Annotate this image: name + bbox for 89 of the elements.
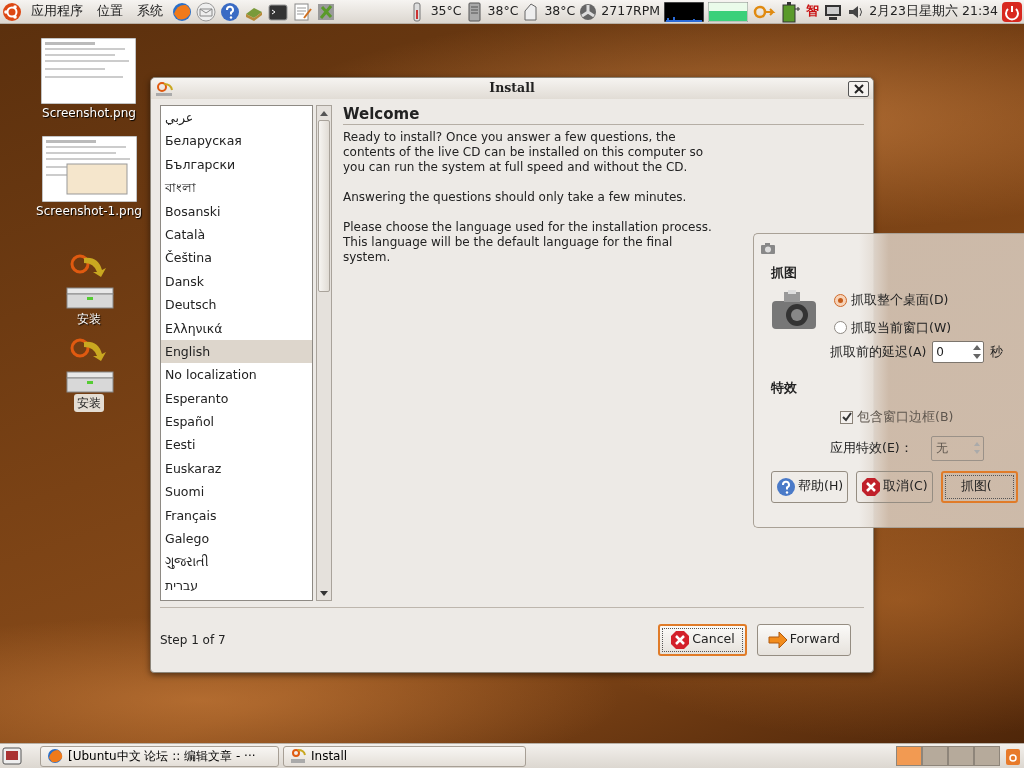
help-icon [776,476,796,497]
cpu-graph[interactable] [664,1,705,22]
task-button[interactable]: [Ubuntu中文 论坛 :: 编辑文章 - ··· [40,745,279,767]
language-item[interactable]: Català [161,222,312,247]
camera-icon [760,240,776,255]
sensor-reading: 35°C [430,2,462,21]
trash-icon[interactable] [1004,746,1022,766]
scrollbar[interactable] [316,105,332,601]
help-icon[interactable] [220,1,240,22]
cancel-icon [670,629,691,650]
language-item[interactable]: Български [161,152,312,177]
cancel-button[interactable]: 取消(C) [856,470,933,503]
radio-button[interactable] [834,321,847,335]
field-value: 0 [936,344,945,362]
forward-button[interactable]: Forward [756,623,851,656]
language-item[interactable]: Беларуская [161,129,312,153]
up-arrow-icon[interactable] [320,110,328,116]
installer-icon[interactable] [64,252,114,310]
installer-icon [290,748,306,764]
task-button[interactable]: Install [283,745,526,767]
language-item[interactable]: Français [161,503,312,528]
menu-item[interactable]: 应用程序 [26,2,88,21]
language-item[interactable]: Galego [161,527,312,551]
icon-label[interactable]: 安装 [74,394,104,412]
globe-icon[interactable] [172,1,192,22]
language-item[interactable]: عربي [161,106,312,130]
paragraph: Ready to install? Once you answer a few questions, the contents of the live CD can be installed on this computer so you can run the system at full speed and without the CD. [343,130,704,175]
power-icon[interactable] [1002,1,1022,22]
language-item[interactable]: Euskaraz [161,456,312,481]
fan-icon [579,1,598,22]
delay-field[interactable]: 0 [932,341,985,364]
language-item[interactable]: Dansk [161,269,312,294]
icon-label[interactable]: 安装 [74,310,104,328]
language-item[interactable]: Español [161,410,312,434]
input-method-indicator[interactable]: 智 [806,2,820,21]
menu-item[interactable]: 位置 [92,2,128,21]
language-item[interactable]: বাংলা [161,176,312,200]
close-icon [853,83,864,94]
section-title: 抓图 [771,264,797,282]
show-desktop-icon[interactable] [2,746,22,766]
terminal-icon[interactable] [268,1,288,22]
capture-button[interactable]: 抓图( [940,470,1018,503]
sensor-reading: 38°C [544,2,576,21]
field-label: 抓取前的延迟(A) [830,342,927,361]
heading: Welcome [343,105,864,125]
field-label: 应用特效(E)： [830,438,913,457]
language-item[interactable]: Čeština [161,246,312,270]
battery-charging-icon[interactable] [780,0,803,23]
language-item[interactable]: Deutsch [161,293,312,317]
language-item[interactable]: Ελληνικά [161,316,312,340]
tools-icon[interactable] [316,1,336,22]
installer-icon [155,80,173,97]
language-item[interactable]: No localization [161,363,312,387]
camera-icon [770,288,818,331]
sensor-reading: 38°C [487,2,519,21]
scroll-thumb[interactable] [318,120,330,292]
icon-label[interactable]: Screenshot.png [39,104,139,122]
envelope-icon[interactable] [196,1,216,22]
cancel-icon [861,476,882,497]
unit-label: 秒 [990,342,1004,361]
dropdown-value: 无 [935,440,949,458]
language-item[interactable]: ગુજરાતી [161,550,312,574]
language-item[interactable]: Eesti [161,433,312,457]
radio-button[interactable] [834,293,847,307]
option-label[interactable]: 抓取整个桌面(D) [851,290,949,310]
paragraph: Please choose the language used for the installation process. This language will be the default language for the final system. [343,220,713,265]
section-title: 特效 [771,379,797,398]
language-item[interactable]: Esperanto [161,386,312,411]
step-label: Step 1 of 7 [160,631,226,649]
down-arrow-icon[interactable] [320,590,328,596]
option-label[interactable]: 抓取当前窗口(W) [851,318,952,338]
paragraph: Answering the questions should only take a few minutes. [343,190,688,205]
language-item[interactable]: עברית [161,573,312,598]
cancel-button[interactable]: Cancel [658,623,747,656]
language-item[interactable]: Bosanski [161,199,312,223]
language-item[interactable]: Suomi [161,480,312,504]
clock[interactable]: 2月23日星期六 21:34 [869,2,998,21]
check-icon [841,412,852,423]
arrow-icon [767,630,788,649]
globe-icon [47,748,63,764]
language-item[interactable]: English [161,339,312,364]
window-title: Install [489,79,535,98]
sensor-reading: 2717RPM [601,2,661,21]
logo-icon[interactable] [2,1,22,22]
icon-label[interactable]: Screenshot-1.png [33,202,145,220]
installer-icon[interactable] [64,336,114,394]
help-button[interactable]: 帮助(H) [771,470,849,503]
close-button[interactable] [848,80,869,97]
menu-item[interactable]: 系统 [132,2,168,21]
